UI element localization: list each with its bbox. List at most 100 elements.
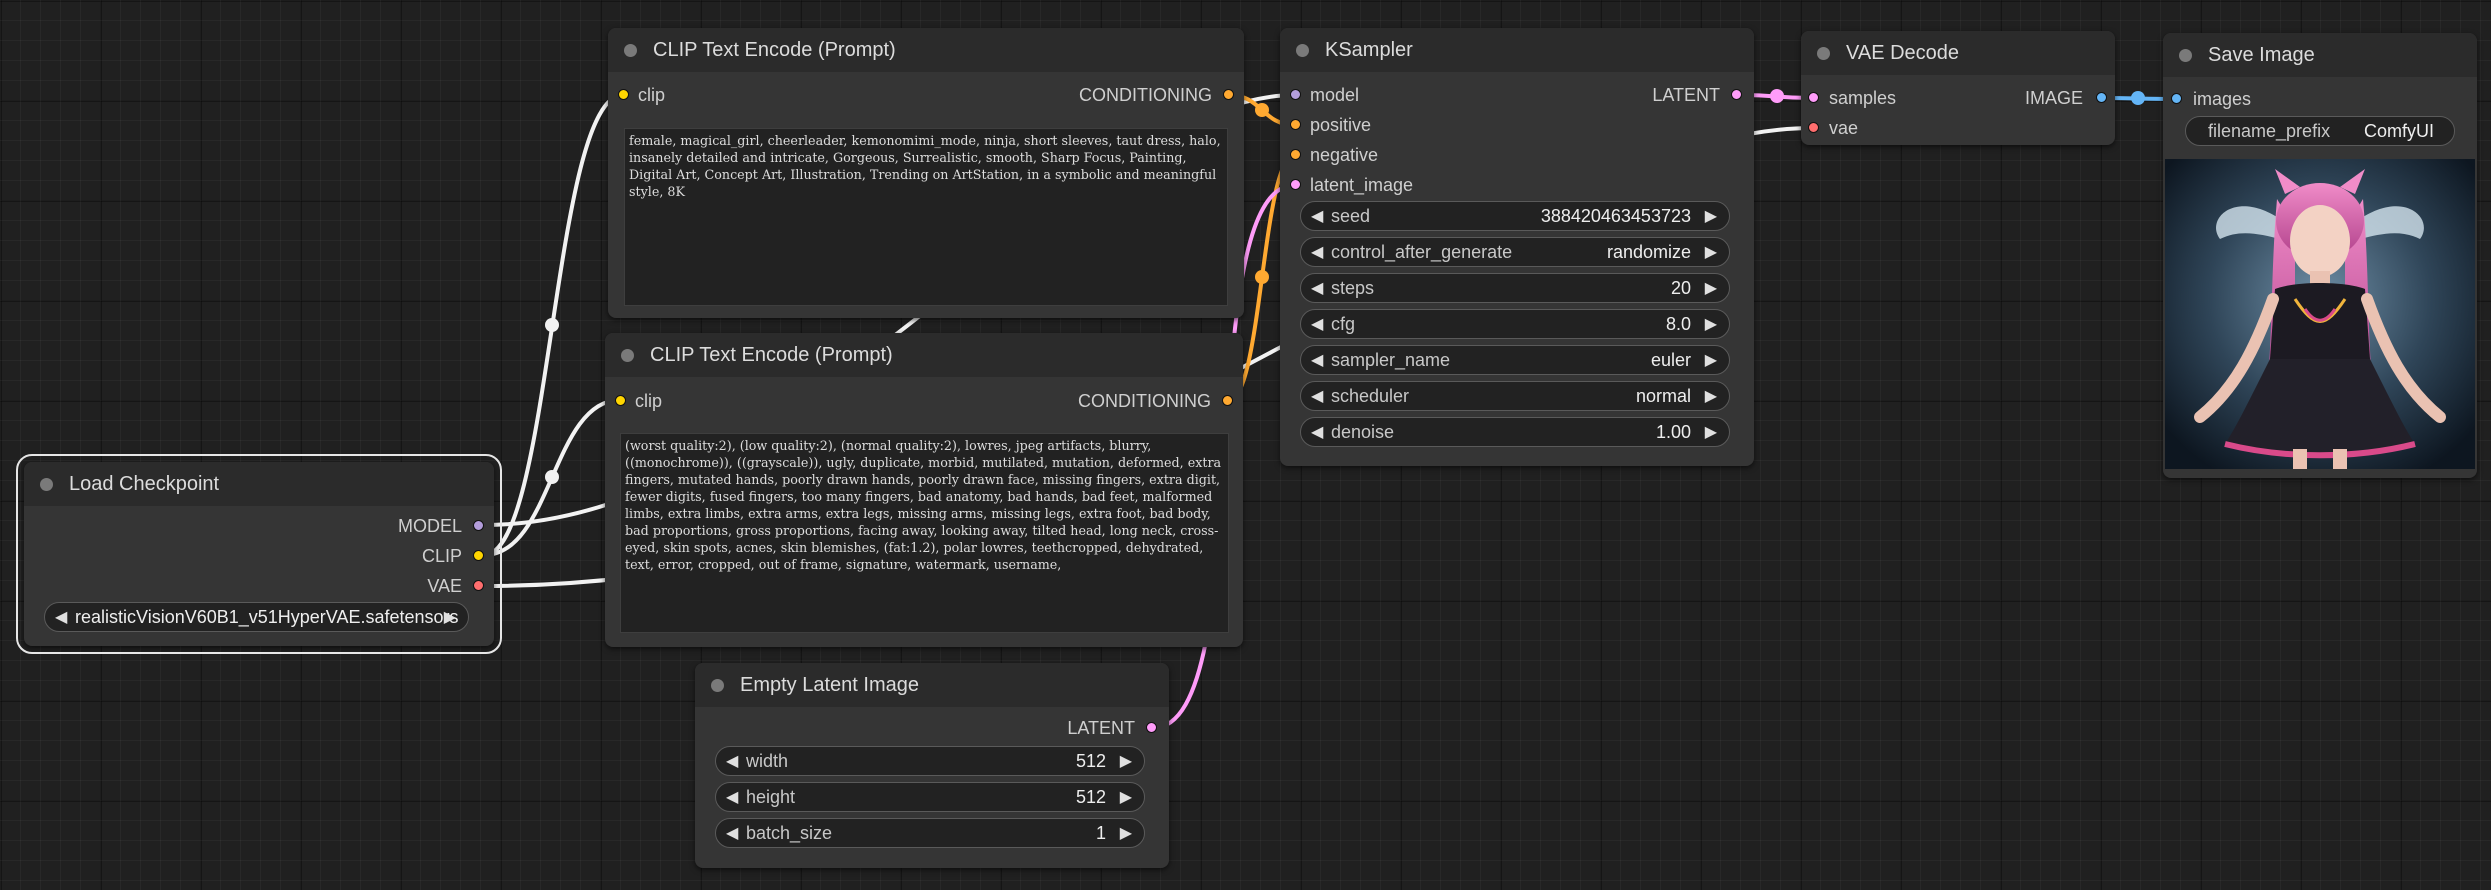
- arrow-left-icon[interactable]: ◀: [55, 607, 67, 627]
- node-title-bar[interactable]: CLIP Text Encode (Prompt): [605, 333, 1243, 377]
- node-title: CLIP Text Encode (Prompt): [650, 344, 893, 366]
- batch-size-widget[interactable]: ◀ batch_size 1 ▶: [715, 818, 1145, 848]
- widget-value: euler: [1650, 350, 1691, 370]
- arrow-left-icon[interactable]: ◀: [1311, 350, 1323, 370]
- empty-latent-image-node[interactable]: Empty Latent Image LATENT ◀ width 512 ▶ …: [695, 663, 1169, 868]
- widget-value: 512: [1075, 787, 1106, 807]
- wire-reroute-dot: [1770, 89, 1784, 103]
- ckpt-name-value: realisticVisionV60B1_v51HyperVAE.safeten…: [75, 607, 459, 627]
- node-title-bar[interactable]: Save Image: [2163, 33, 2477, 77]
- arrow-right-icon[interactable]: ▶: [1705, 242, 1717, 262]
- conditioning-output-dot[interactable]: [1223, 89, 1234, 100]
- widget-label: steps: [1331, 278, 1375, 298]
- cfg-widget[interactable]: ◀ cfg 8.0 ▶: [1300, 309, 1730, 339]
- node-title: Save Image: [2208, 44, 2315, 66]
- steps-widget[interactable]: ◀ steps 20 ▶: [1300, 273, 1730, 303]
- collapse-dot-icon[interactable]: [1817, 47, 1830, 60]
- widget-label: control_after_generate: [1331, 242, 1513, 262]
- clip-text-encode-negative-node[interactable]: CLIP Text Encode (Prompt) clip CONDITION…: [605, 333, 1243, 647]
- arrow-right-icon[interactable]: ▶: [444, 607, 456, 627]
- clip-output-label: CLIP: [421, 546, 462, 566]
- vae-output-label: VAE: [427, 576, 462, 596]
- arrow-right-icon[interactable]: ▶: [1705, 422, 1717, 442]
- widget-label: batch_size: [746, 823, 833, 843]
- prompt-textarea[interactable]: female, magical_girl, cheerleader, kemon…: [624, 128, 1228, 306]
- clip-output-dot[interactable]: [473, 550, 484, 561]
- images-input-label: images: [2193, 89, 2252, 109]
- latent-output-dot[interactable]: [1146, 722, 1157, 733]
- widget-value: 8.0: [1665, 314, 1691, 334]
- width-widget[interactable]: ◀ width 512 ▶: [715, 746, 1145, 776]
- images-input-dot[interactable]: [2171, 93, 2182, 104]
- generated-image-preview[interactable]: [2165, 159, 2475, 469]
- arrow-left-icon[interactable]: ◀: [1311, 386, 1323, 406]
- model-output-dot[interactable]: [473, 520, 484, 531]
- node-title: CLIP Text Encode (Prompt): [653, 39, 896, 61]
- collapse-dot-icon[interactable]: [711, 679, 724, 692]
- arrow-left-icon[interactable]: ◀: [1311, 422, 1323, 442]
- vae-decode-node[interactable]: VAE Decode samples IMAGE vae: [1801, 31, 2115, 145]
- positive-input-dot[interactable]: [1290, 119, 1301, 130]
- wire-reroute-dot: [545, 470, 559, 484]
- scheduler-widget[interactable]: ◀ scheduler normal ▶: [1300, 381, 1730, 411]
- positive-input-label: positive: [1310, 115, 1372, 135]
- samples-input-dot[interactable]: [1808, 92, 1819, 103]
- model-input-dot[interactable]: [1290, 89, 1301, 100]
- arrow-right-icon[interactable]: ▶: [1705, 350, 1717, 370]
- arrow-right-icon[interactable]: ▶: [1705, 278, 1717, 298]
- widget-label: filename_prefix: [2208, 121, 2331, 141]
- clip-input-dot[interactable]: [615, 395, 626, 406]
- widget-label: sampler_name: [1331, 350, 1451, 370]
- arrow-left-icon[interactable]: ◀: [726, 751, 738, 771]
- arrow-left-icon[interactable]: ◀: [1311, 206, 1323, 226]
- arrow-right-icon[interactable]: ▶: [1705, 314, 1717, 334]
- latent-image-input-dot[interactable]: [1290, 179, 1301, 190]
- wire-reroute-dot: [1255, 103, 1269, 117]
- node-title: KSampler: [1325, 39, 1413, 61]
- arrow-left-icon[interactable]: ◀: [726, 787, 738, 807]
- save-image-node[interactable]: Save Image images filename_prefix ComfyU…: [2163, 33, 2477, 478]
- arrow-left-icon[interactable]: ◀: [1311, 278, 1323, 298]
- widget-label: height: [746, 787, 796, 807]
- arrow-right-icon[interactable]: ▶: [1120, 823, 1132, 843]
- negative-input-dot[interactable]: [1290, 149, 1301, 160]
- arrow-left-icon[interactable]: ◀: [1311, 314, 1323, 334]
- node-title-bar[interactable]: Load Checkpoint: [24, 462, 494, 506]
- height-widget[interactable]: ◀ height 512 ▶: [715, 782, 1145, 812]
- node-title-bar[interactable]: CLIP Text Encode (Prompt): [608, 28, 1244, 72]
- conditioning-output-dot[interactable]: [1222, 395, 1233, 406]
- ksampler-node[interactable]: KSampler model LATENT positive negative …: [1280, 28, 1754, 466]
- collapse-dot-icon[interactable]: [40, 478, 53, 491]
- connection-wires: [482, 89, 2178, 730]
- wire-reroute-dot: [545, 318, 559, 332]
- vae-input-dot[interactable]: [1808, 122, 1819, 133]
- denoise-widget[interactable]: ◀ denoise 1.00 ▶: [1300, 417, 1730, 447]
- widget-label: seed: [1331, 206, 1371, 226]
- arrow-left-icon[interactable]: ◀: [726, 823, 738, 843]
- collapse-dot-icon[interactable]: [624, 44, 637, 57]
- collapse-dot-icon[interactable]: [2179, 49, 2192, 62]
- collapse-dot-icon[interactable]: [621, 349, 634, 362]
- collapse-dot-icon[interactable]: [1296, 44, 1309, 57]
- widget-label: width: [746, 751, 789, 771]
- node-title-bar[interactable]: VAE Decode: [1801, 31, 2115, 75]
- image-output-dot[interactable]: [2096, 92, 2107, 103]
- control-after-generate-widget[interactable]: ◀ control_after_generate randomize ▶: [1300, 237, 1730, 267]
- ckpt-name-combo[interactable]: ◀ realisticVisionV60B1_v51HyperVAE.safet…: [44, 602, 469, 632]
- arrow-right-icon[interactable]: ▶: [1705, 386, 1717, 406]
- negative-prompt-textarea[interactable]: (worst quality:2), (low quality:2), (nor…: [620, 433, 1229, 633]
- seed-widget[interactable]: ◀ seed 388420463453723 ▶: [1300, 201, 1730, 231]
- arrow-right-icon[interactable]: ▶: [1120, 787, 1132, 807]
- node-title-bar[interactable]: KSampler: [1280, 28, 1754, 72]
- arrow-left-icon[interactable]: ◀: [1311, 242, 1323, 262]
- clip-input-dot[interactable]: [618, 89, 629, 100]
- load-checkpoint-node[interactable]: Load Checkpoint MODEL CLIP VAE ◀ realist…: [16, 454, 502, 654]
- filename-prefix-widget[interactable]: filename_prefix ComfyUI: [2185, 116, 2455, 146]
- arrow-right-icon[interactable]: ▶: [1120, 751, 1132, 771]
- vae-output-dot[interactable]: [473, 580, 484, 591]
- arrow-right-icon[interactable]: ▶: [1705, 206, 1717, 226]
- node-title-bar[interactable]: Empty Latent Image: [695, 663, 1169, 707]
- clip-text-encode-positive-node[interactable]: CLIP Text Encode (Prompt) clip CONDITION…: [608, 28, 1244, 318]
- sampler-name-widget[interactable]: ◀ sampler_name euler ▶: [1300, 345, 1730, 375]
- latent-output-dot[interactable]: [1731, 89, 1742, 100]
